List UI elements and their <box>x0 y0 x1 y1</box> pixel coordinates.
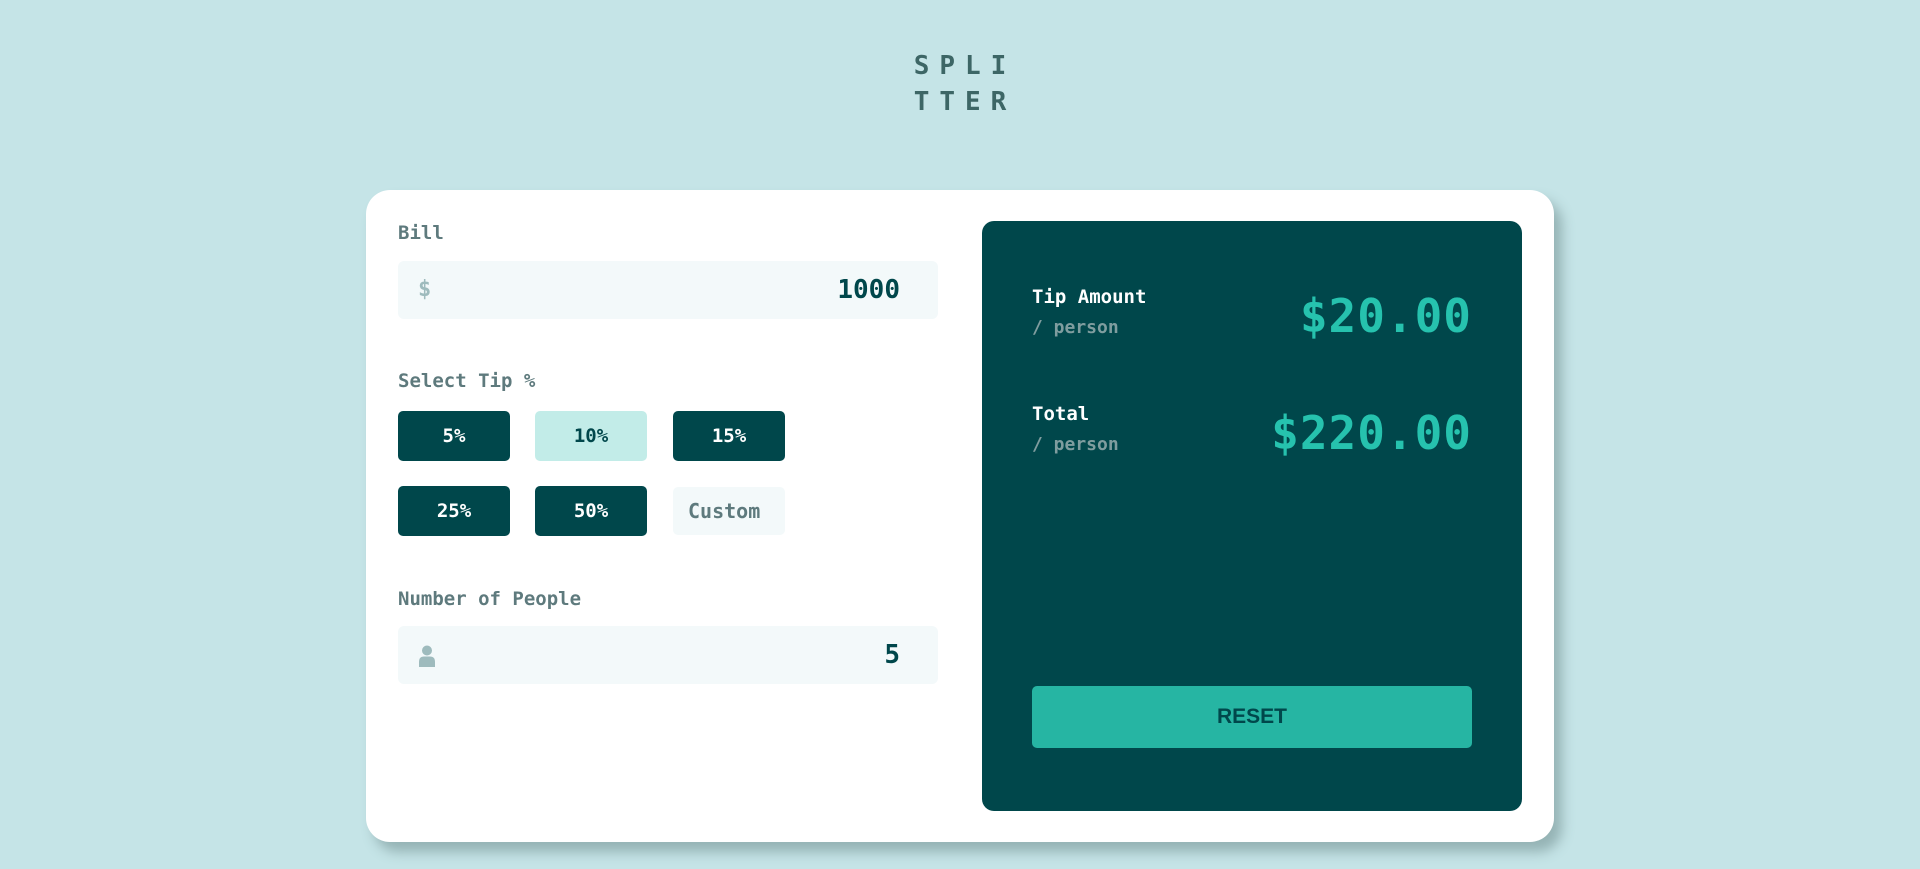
people-input[interactable]: 5 <box>398 626 938 684</box>
tip-amount-value: $20.00 <box>1299 289 1472 343</box>
app-logo: SPLI TTER <box>0 48 1920 120</box>
person-icon <box>419 645 435 667</box>
logo-line-2: TTER <box>913 87 1017 117</box>
tip-button-5[interactable]: 5% <box>398 411 510 461</box>
calculator-card: Bill $ 1000 Select Tip % 5% 10% 15% 25% … <box>366 190 1554 842</box>
bill-value: 1000 <box>837 275 900 305</box>
people-value: 5 <box>884 640 900 670</box>
tip-button-25[interactable]: 25% <box>398 486 510 536</box>
total-value: $220.00 <box>1271 406 1472 460</box>
tip-button-10[interactable]: 10% <box>535 411 647 461</box>
custom-tip-input[interactable]: Custom <box>673 487 785 535</box>
tip-amount-sub: / person <box>1032 317 1119 338</box>
bill-label: Bill <box>398 222 444 244</box>
results-panel: Tip Amount / person $20.00 Total / perso… <box>982 221 1522 811</box>
dollar-icon: $ <box>418 277 432 302</box>
total-sub: / person <box>1032 434 1119 455</box>
reset-button[interactable]: RESET <box>1032 686 1472 748</box>
total-title: Total <box>1032 403 1090 425</box>
tip-button-15[interactable]: 15% <box>673 411 785 461</box>
people-label: Number of People <box>398 588 582 610</box>
logo-line-1: SPLI <box>913 51 1017 81</box>
select-tip-label: Select Tip % <box>398 370 536 392</box>
tip-amount-title: Tip Amount <box>1032 286 1147 308</box>
bill-input[interactable]: $ 1000 <box>398 261 938 319</box>
tip-button-50[interactable]: 50% <box>535 486 647 536</box>
